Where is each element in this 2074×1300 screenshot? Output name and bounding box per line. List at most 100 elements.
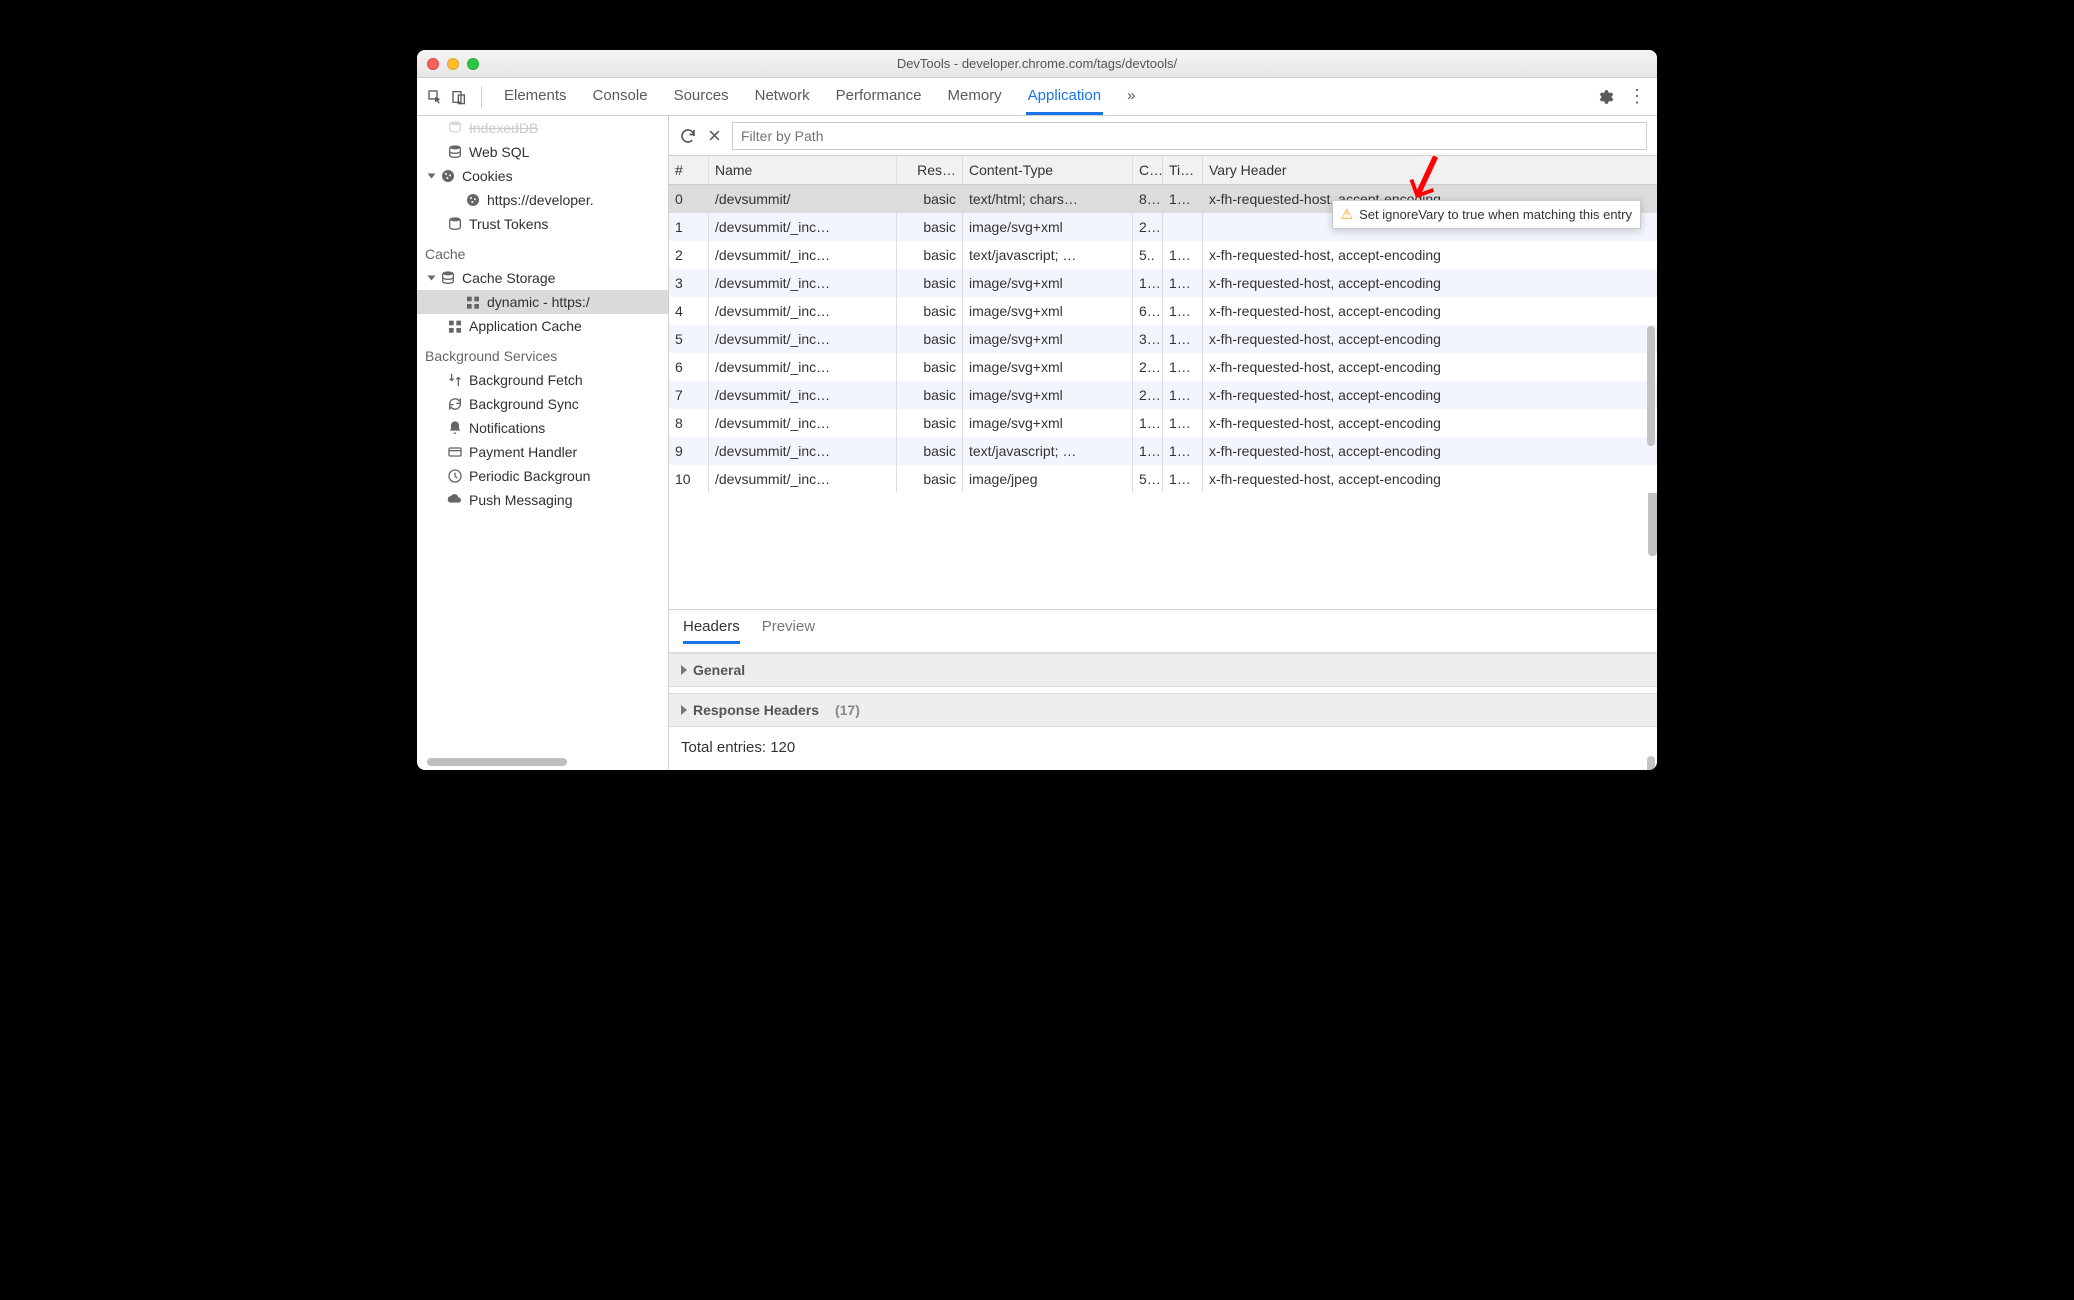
col-name[interactable]: Name [709, 156, 897, 184]
sidebar-item-bg-fetch[interactable]: Background Fetch [417, 368, 668, 392]
sidebar-item-payment[interactable]: Payment Handler [417, 440, 668, 464]
table-cell: text/javascript; … [963, 437, 1133, 465]
total-entries: Total entries: 120 [669, 727, 1657, 768]
section-response-headers[interactable]: Response Headers (17) [669, 693, 1657, 727]
table-cell: 1… [1163, 297, 1203, 325]
tab-console[interactable]: Console [591, 79, 650, 115]
col-content-type[interactable]: Content-Type [963, 156, 1133, 184]
section-label: General [693, 662, 745, 678]
table-cell: 1… [1163, 353, 1203, 381]
devtools-window: DevTools - developer.chrome.com/tags/dev… [417, 50, 1657, 770]
col-content-length[interactable]: C.. [1133, 156, 1163, 184]
sidebar-item-periodic-bg[interactable]: Periodic Backgroun [417, 464, 668, 488]
refresh-icon[interactable] [679, 127, 697, 145]
table-cell: 8 [669, 409, 709, 437]
sidebar-item-appcache[interactable]: Application Cache [417, 314, 668, 338]
col-vary-header[interactable]: Vary Header [1203, 156, 1657, 184]
panel-vertical-scrollbar[interactable] [1647, 326, 1655, 446]
table-row[interactable]: 10/devsummit/_inc…basicimage/jpeg5…1…x-f… [669, 465, 1657, 493]
tab-network[interactable]: Network [753, 79, 812, 115]
sidebar-item-cache-storage[interactable]: Cache Storage [417, 266, 668, 290]
table-cell: 10 [669, 465, 709, 493]
col-response[interactable]: Res… [897, 156, 963, 184]
table-cell: 1… [1163, 185, 1203, 213]
sidebar-item-websql[interactable]: Web SQL [417, 140, 668, 164]
table-cell: 9 [669, 437, 709, 465]
table-cell: 1 [669, 213, 709, 241]
table-cell: x-fh-requested-host, accept-encoding [1203, 325, 1657, 353]
sidebar-item-cookie-origin[interactable]: https://developer. [417, 188, 668, 212]
table-row[interactable]: 4/devsummit/_inc…basicimage/svg+xml6…1…x… [669, 297, 1657, 325]
col-time-cached[interactable]: Ti… [1163, 156, 1203, 184]
table-cell: 1… [1163, 325, 1203, 353]
kebab-menu-icon[interactable]: ⋮ [1628, 86, 1647, 107]
table-cell: /devsummit/ [709, 185, 897, 213]
filter-input[interactable] [732, 122, 1647, 150]
table-cell: x-fh-requested-host, accept-encoding [1203, 409, 1657, 437]
table-row[interactable]: 7/devsummit/_inc…basicimage/svg+xml2…1…x… [669, 381, 1657, 409]
table-cell: /devsummit/_inc… [709, 325, 897, 353]
disclosure-triangle-icon[interactable] [428, 174, 436, 179]
settings-icon[interactable] [1596, 88, 1614, 106]
table-cell: image/svg+xml [963, 213, 1133, 241]
detail-tab-preview[interactable]: Preview [762, 618, 815, 644]
tabs-overflow[interactable]: » [1125, 79, 1137, 115]
sidebar-item-notifications[interactable]: Notifications [417, 416, 668, 440]
toolbar-divider [481, 86, 482, 108]
disclosure-triangle-icon[interactable] [428, 276, 436, 281]
table-cell: /devsummit/_inc… [709, 437, 897, 465]
sidebar-item-push[interactable]: Push Messaging [417, 488, 668, 512]
table-cell: 1… [1133, 409, 1163, 437]
tab-application[interactable]: Application [1026, 79, 1103, 115]
table-cell: x-fh-requested-host, accept-encoding [1203, 241, 1657, 269]
table-cell: image/svg+xml [963, 353, 1133, 381]
sidebar-label: Periodic Backgroun [469, 468, 590, 484]
table-cell: 8… [1133, 185, 1163, 213]
sidebar-label: IndexedDB [469, 120, 538, 136]
table-body: 0/devsummit/basictext/html; chars…8…1…x-… [669, 185, 1657, 609]
table-row[interactable]: 6/devsummit/_inc…basicimage/svg+xml2…1…x… [669, 353, 1657, 381]
sidebar-label: Web SQL [469, 144, 529, 160]
table-cell: text/html; chars… [963, 185, 1133, 213]
table-row[interactable]: 3/devsummit/_inc…basicimage/svg+xml1…1…x… [669, 269, 1657, 297]
sidebar-item-indexeddb[interactable]: IndexedDB [417, 116, 668, 140]
table-cell: 2… [1133, 381, 1163, 409]
section-count: (17) [835, 702, 860, 718]
table-cell: 5 [669, 325, 709, 353]
table-cell: 1… [1163, 437, 1203, 465]
table-cell: 1… [1133, 437, 1163, 465]
detail-tab-headers[interactable]: Headers [683, 618, 740, 644]
clear-icon[interactable] [707, 128, 722, 143]
table-cell: 5.. [1133, 241, 1163, 269]
sidebar-horizontal-scrollbar[interactable] [427, 758, 567, 766]
disclosure-triangle-icon [681, 665, 687, 675]
tab-sources[interactable]: Sources [672, 79, 731, 115]
tab-performance[interactable]: Performance [834, 79, 924, 115]
sidebar-item-trust-tokens[interactable]: Trust Tokens [417, 212, 668, 236]
tab-elements[interactable]: Elements [502, 79, 569, 115]
table-row[interactable]: 9/devsummit/_inc…basictext/javascript; …… [669, 437, 1657, 465]
table-cell: x-fh-requested-host, accept-encoding [1203, 381, 1657, 409]
table-cell: image/svg+xml [963, 409, 1133, 437]
application-sidebar: IndexedDB Web SQL Cookies https://develo… [417, 116, 669, 770]
table-row[interactable]: 2/devsummit/_inc…basictext/javascript; …… [669, 241, 1657, 269]
table-row[interactable]: 5/devsummit/_inc…basicimage/svg+xml3…1…x… [669, 325, 1657, 353]
table-cell: /devsummit/_inc… [709, 213, 897, 241]
section-cache: Cache [417, 236, 668, 266]
table-cell: 7 [669, 381, 709, 409]
detail-vertical-scrollbar[interactable] [1647, 756, 1655, 770]
tab-memory[interactable]: Memory [946, 79, 1004, 115]
section-general[interactable]: General [669, 653, 1657, 687]
inspect-icon[interactable] [427, 89, 443, 105]
table-cell: x-fh-requested-host, accept-encoding [1203, 465, 1657, 493]
device-toggle-icon[interactable] [451, 89, 467, 105]
table-cell: /devsummit/_inc… [709, 297, 897, 325]
table-cell: 1… [1163, 381, 1203, 409]
table-row[interactable]: 8/devsummit/_inc…basicimage/svg+xml1…1…x… [669, 409, 1657, 437]
sidebar-item-cookies[interactable]: Cookies [417, 164, 668, 188]
sidebar-item-cache-dynamic[interactable]: dynamic - https:/ [417, 290, 668, 314]
table-cell: basic [897, 241, 963, 269]
table-cell: x-fh-requested-host, accept-encoding [1203, 353, 1657, 381]
col-index[interactable]: # [669, 156, 709, 184]
sidebar-item-bg-sync[interactable]: Background Sync [417, 392, 668, 416]
